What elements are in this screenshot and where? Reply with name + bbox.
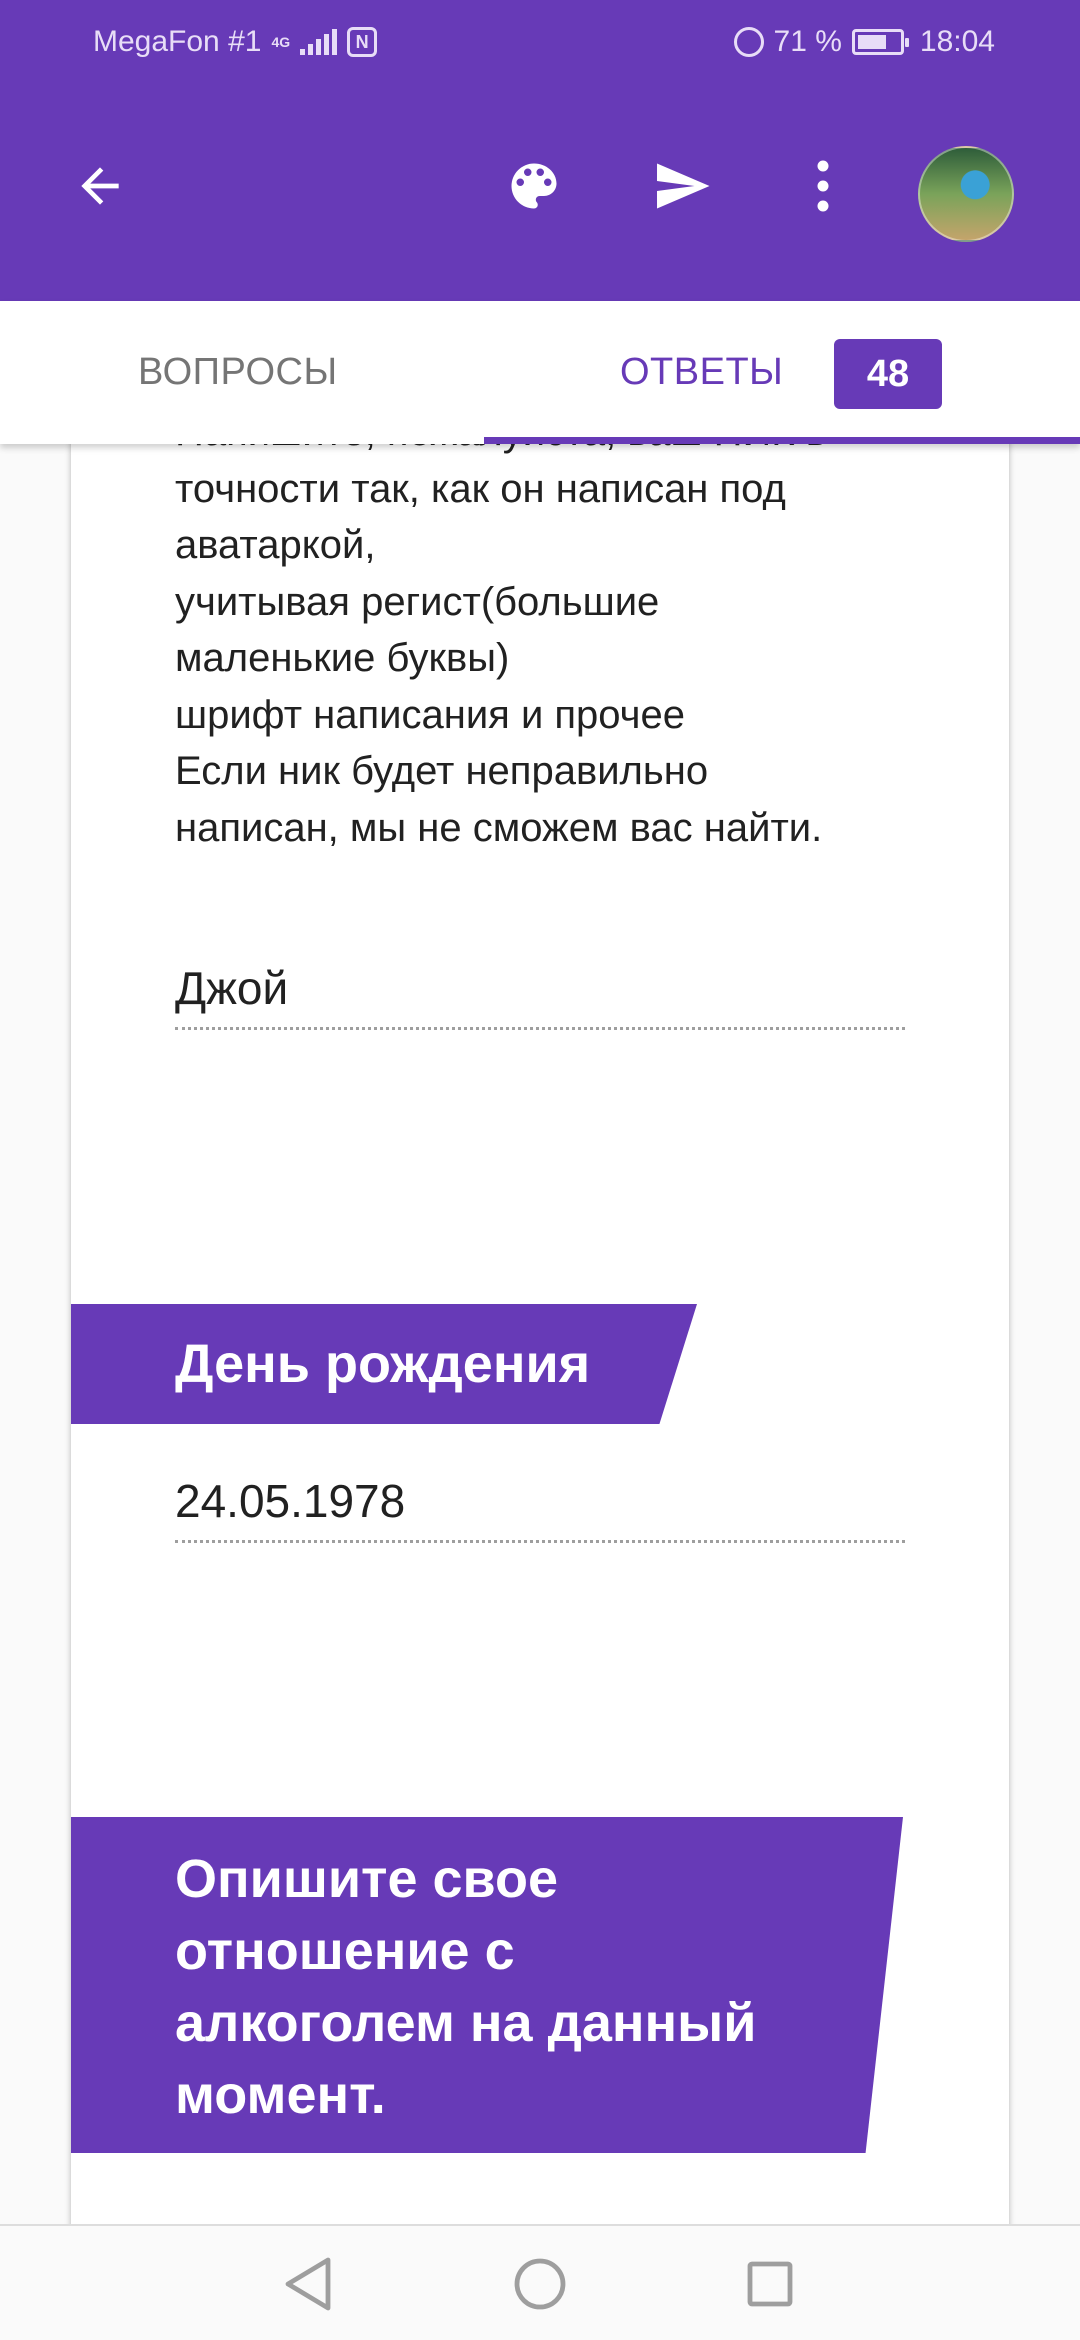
more-options-button[interactable] [788,146,858,226]
arrow-back-icon [81,167,119,205]
system-nav-bar [0,2224,1080,2340]
clock: 18:04 [919,25,995,58]
send-button[interactable] [637,146,727,226]
toolbar [0,86,1080,301]
answers-count-badge: 48 [834,339,942,409]
tab-questions[interactable]: ВОПРОСЫ [138,301,338,444]
account-avatar[interactable] [918,146,1014,242]
battery-icon [851,29,909,55]
nav-back-button[interactable] [280,2256,336,2312]
battery-percent: 71 % [773,25,842,58]
nfc-icon: N [347,27,378,57]
form-preview[interactable]: Напишите, пожалуйста, ваш НИК в точности… [0,444,1080,2224]
nav-recents-icon [747,2261,793,2307]
more-vert-icon [817,160,829,212]
nav-home-button[interactable] [512,2256,568,2312]
nick-answer: Джой [175,961,905,1030]
status-left: MegaFon #1 4G N [93,25,378,59]
app-bar: MegaFon #1 4G N 71 % 18:04 [0,0,1080,301]
tab-answers[interactable]: ОТВЕТЫ [620,301,783,444]
network-type: 4G [271,34,291,50]
battery-fill [857,35,886,49]
theme-button[interactable] [494,146,574,226]
carrier-name: MegaFon #1 [93,25,262,58]
form-card: Напишите, пожалуйста, ваш НИК в точности… [71,444,1009,2224]
status-bar: MegaFon #1 4G N 71 % 18:04 [0,0,1080,86]
alcohol-question-header: Опишите свое отношение с алкоголем на да… [71,1817,903,2153]
signal-icon [300,29,338,55]
send-icon [657,163,710,209]
status-right: 71 % 18:04 [733,25,995,59]
tab-bar: ВОПРОСЫ ОТВЕТЫ 48 [0,301,1080,444]
birthday-question-header: День рождения [71,1304,697,1424]
active-tab-indicator [484,437,1080,444]
nav-home-icon [514,2258,566,2310]
back-button[interactable] [60,146,140,226]
birthday-answer: 24.05.1978 [175,1474,905,1543]
nick-question-description: Напишите, пожалуйста, ваш НИК в точности… [175,444,827,850]
alarm-icon [733,27,764,57]
nav-back-icon [285,2257,331,2311]
palette-icon [511,163,557,209]
nav-recents-button[interactable] [742,2256,798,2312]
